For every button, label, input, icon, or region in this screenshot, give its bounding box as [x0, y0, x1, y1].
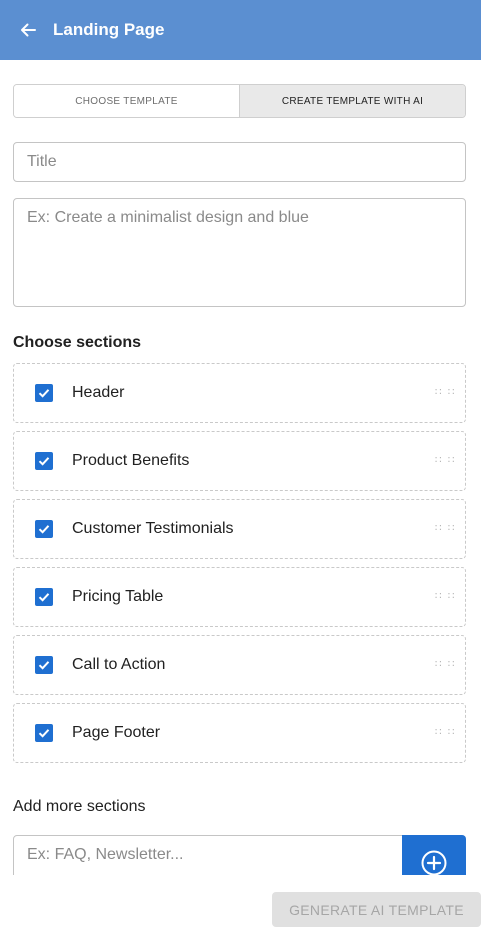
- drag-handle-icon[interactable]: :: ::: [434, 726, 456, 738]
- drag-handle-icon[interactable]: :: ::: [434, 454, 456, 466]
- drag-handle-icon[interactable]: :: ::: [434, 658, 456, 670]
- check-icon: [38, 661, 50, 670]
- section-item-label: Customer Testimonials: [72, 520, 234, 537]
- back-button[interactable]: [16, 18, 40, 42]
- template-mode-tabs: CHOOSE TEMPLATE CREATE TEMPLATE WITH AI: [13, 84, 466, 118]
- section-checkbox[interactable]: [35, 452, 53, 470]
- drag-handle-icon[interactable]: :: ::: [434, 386, 456, 398]
- section-checkbox[interactable]: [35, 724, 53, 742]
- section-item-label: Header: [72, 384, 125, 401]
- check-icon: [38, 729, 50, 738]
- app-bar: Landing Page: [0, 0, 481, 60]
- section-item-customer-testimonials[interactable]: Customer Testimonials :: ::: [13, 499, 466, 559]
- section-item-pricing-table[interactable]: Pricing Table :: ::: [13, 567, 466, 627]
- check-icon: [38, 525, 50, 534]
- section-checkbox[interactable]: [35, 588, 53, 606]
- section-item-label: Product Benefits: [72, 452, 190, 469]
- check-icon: [38, 593, 50, 602]
- tab-create-template-with-ai[interactable]: CREATE TEMPLATE WITH AI: [239, 85, 465, 117]
- choose-sections-heading: Choose sections: [13, 334, 142, 351]
- plus-circle-icon: [421, 850, 447, 875]
- page-title: Landing Page: [53, 20, 165, 39]
- section-item-header[interactable]: Header :: ::: [13, 363, 466, 423]
- drag-handle-icon[interactable]: :: ::: [434, 522, 456, 534]
- tab-choose-template[interactable]: CHOOSE TEMPLATE: [14, 85, 239, 117]
- section-checkbox[interactable]: [35, 520, 53, 538]
- add-section-row: [13, 835, 466, 875]
- add-section-input[interactable]: [13, 835, 403, 875]
- prompt-textarea[interactable]: [13, 198, 466, 307]
- drag-handle-icon[interactable]: :: ::: [434, 590, 456, 602]
- section-item-page-footer[interactable]: Page Footer :: ::: [13, 703, 466, 763]
- section-item-call-to-action[interactable]: Call to Action :: ::: [13, 635, 466, 695]
- section-item-label: Call to Action: [72, 656, 166, 673]
- arrow-left-icon: [21, 23, 36, 37]
- check-icon: [38, 389, 50, 398]
- generate-ai-template-button[interactable]: GENERATE AI TEMPLATE: [272, 892, 481, 927]
- section-checkbox[interactable]: [35, 384, 53, 402]
- check-icon: [38, 457, 50, 466]
- section-item-label: Pricing Table: [72, 588, 164, 605]
- add-more-sections-heading: Add more sections: [13, 798, 146, 815]
- section-checkbox[interactable]: [35, 656, 53, 674]
- add-section-button[interactable]: [402, 835, 466, 875]
- section-item-product-benefits[interactable]: Product Benefits :: ::: [13, 431, 466, 491]
- sections-list: Header :: :: Product Benefits :: :: Cust…: [13, 363, 466, 771]
- title-input[interactable]: [13, 142, 466, 182]
- section-item-label: Page Footer: [72, 724, 161, 741]
